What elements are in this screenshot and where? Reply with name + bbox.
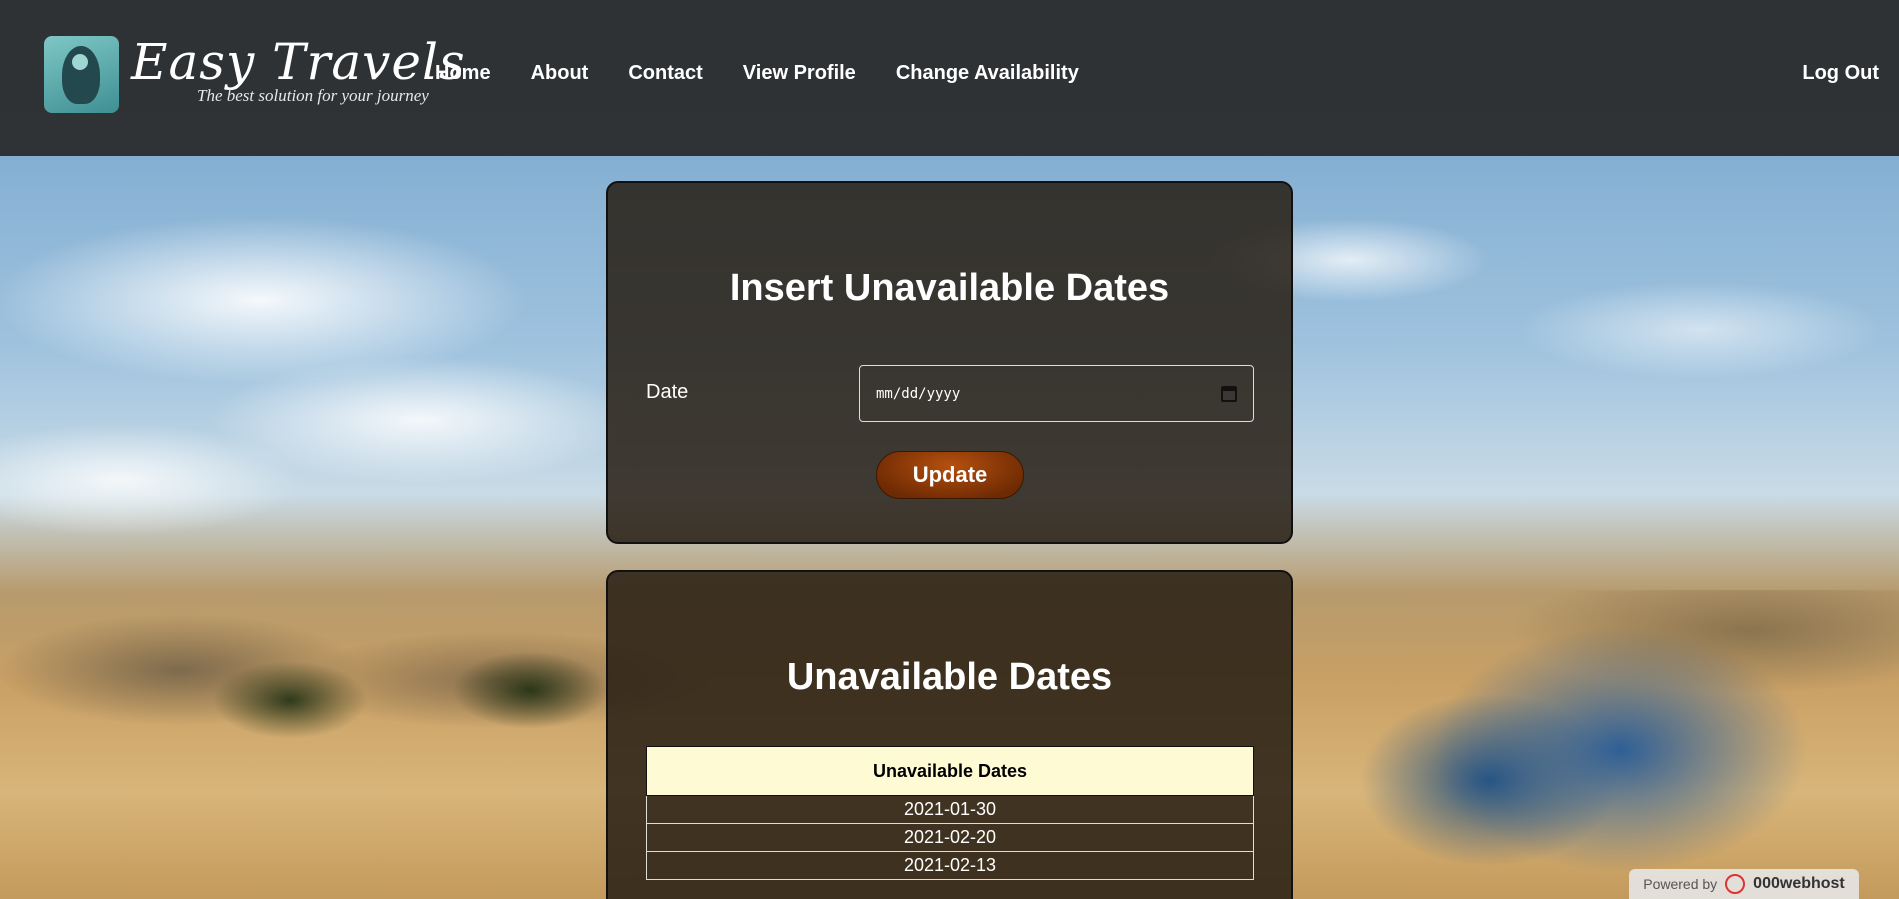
powered-by-text: Powered by <box>1643 876 1718 892</box>
nav-contact[interactable]: Contact <box>628 62 702 85</box>
date-placeholder: mm/dd/yyyy <box>876 385 961 402</box>
date-cell: 2021-02-20 <box>646 823 1254 852</box>
site-header: Easy Travels The best solution for your … <box>0 0 1899 156</box>
nav-home[interactable]: Home <box>435 62 491 85</box>
table-row: 2021-02-20 <box>646 823 1254 852</box>
panel-title: Insert Unavailable Dates <box>729 267 1170 309</box>
calendar-icon[interactable] <box>1221 385 1237 402</box>
insert-dates-panel: Insert Unavailable Dates Date mm/dd/yyyy… <box>606 181 1293 544</box>
logo[interactable]: Easy Travels The best solution for your … <box>44 36 466 113</box>
unavailable-dates-table: Unavailable Dates 2021-01-30 2021-02-20 … <box>646 746 1254 880</box>
date-label: Date <box>646 381 689 403</box>
nav-change-availability[interactable]: Change Availability <box>896 62 1079 85</box>
powered-by-badge[interactable]: Powered by 000webhost <box>1629 869 1859 899</box>
brand-tagline: The best solution for your journey <box>197 86 429 105</box>
table-header: Unavailable Dates <box>646 746 1254 796</box>
main-nav: Home About Contact View Profile Change A… <box>435 62 1079 85</box>
host-name: 000webhost <box>1753 875 1845 892</box>
background-tree <box>180 650 400 750</box>
nav-about[interactable]: About <box>531 62 589 85</box>
logout-link[interactable]: Log Out <box>1802 62 1879 85</box>
brand-title: Easy Travels <box>131 33 466 91</box>
panel-title: Unavailable Dates <box>786 656 1113 698</box>
unavailable-dates-panel: Unavailable Dates Unavailable Dates 2021… <box>606 570 1293 899</box>
date-cell: 2021-01-30 <box>646 795 1254 824</box>
table-row: 2021-02-13 <box>646 851 1254 880</box>
webhost-logo-icon <box>1725 874 1746 894</box>
logo-text: Easy Travels The best solution for your … <box>131 36 466 106</box>
table-row: 2021-01-30 <box>646 795 1254 824</box>
nav-view-profile[interactable]: View Profile <box>743 62 856 85</box>
date-cell: 2021-02-13 <box>646 851 1254 880</box>
date-input[interactable]: mm/dd/yyyy <box>859 365 1254 422</box>
background-car <box>1290 520 1830 899</box>
logo-bird-icon <box>44 36 119 113</box>
update-button[interactable]: Update <box>876 451 1024 499</box>
